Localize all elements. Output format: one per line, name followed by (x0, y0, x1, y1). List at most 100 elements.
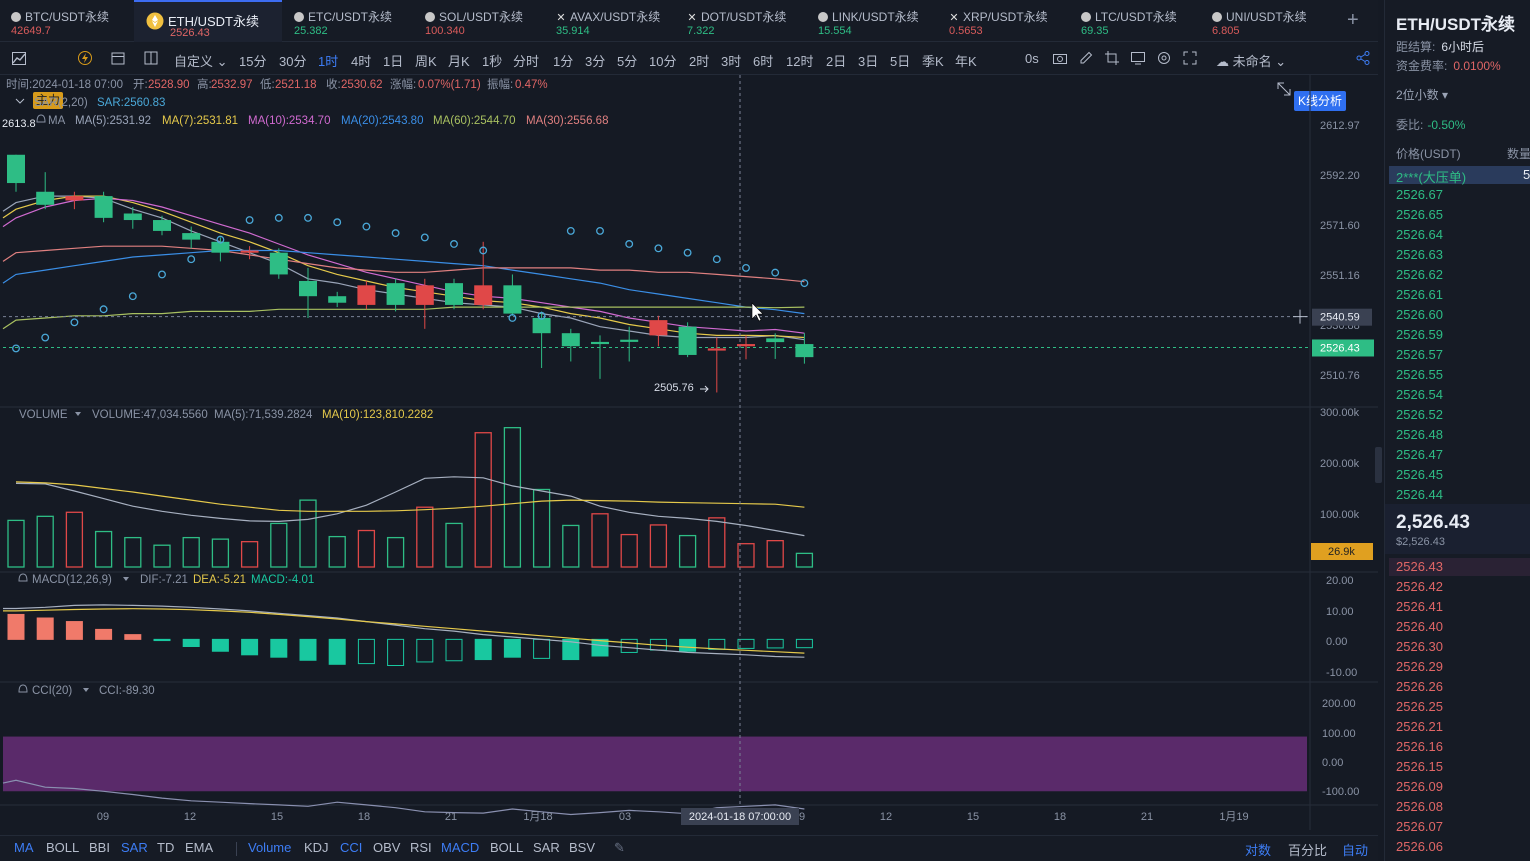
ask-price[interactable]: 2526.61 (1396, 287, 1443, 302)
ask-price[interactable]: 2526.52 (1396, 407, 1443, 422)
tab-eth[interactable]: ETH/USDT永续 2526.43 (134, 0, 282, 42)
tab-btc[interactable]: BTC/USDT永续 42649.7 (5, 0, 130, 42)
edit-icon[interactable]: ✎ (614, 840, 625, 856)
add-tab-icon[interactable]: + (1347, 9, 1359, 32)
period-button[interactable]: 12时 (786, 51, 813, 70)
tab-avax[interactable]: ✕ AVAX/USDT永续 35.914 (550, 0, 675, 42)
caret-down-icon[interactable] (123, 577, 129, 581)
tab-ltc[interactable]: LTC/USDT永续 69.35 (1075, 0, 1200, 42)
period-button[interactable]: 5分 (617, 51, 637, 70)
sub-indicator-toggle[interactable]: BSV (569, 840, 595, 855)
camera-icon[interactable] (1052, 50, 1068, 66)
pencil-icon[interactable] (1078, 50, 1094, 66)
cloud-layout-dropdown[interactable]: ☁ 未命名 ⌄ (1216, 51, 1286, 70)
ask-price[interactable]: 2526.57 (1396, 347, 1443, 362)
chevron-down-icon[interactable] (15, 98, 25, 104)
period-button[interactable]: 15分 (239, 51, 266, 70)
period-button[interactable]: 5日 (890, 51, 910, 70)
period-button[interactable]: 2日 (826, 51, 846, 70)
scale-toggle[interactable]: 自动 (1342, 840, 1368, 859)
period-button[interactable]: 3时 (721, 51, 741, 70)
sub-indicator-toggle[interactable]: Volume (248, 840, 291, 855)
tab-sol[interactable]: SOL/USDT永续 100.340 (419, 0, 544, 42)
share-icon[interactable] (1355, 50, 1371, 66)
ask-price[interactable]: 2526.60 (1396, 307, 1443, 322)
period-button[interactable]: 1时 (318, 51, 338, 70)
period-button[interactable]: 3日 (858, 51, 878, 70)
bell-icon[interactable] (18, 684, 28, 693)
bid-price[interactable]: 2526.07 (1396, 819, 1443, 834)
bell-icon[interactable] (18, 573, 28, 582)
main-indicator-toggle[interactable]: BOLL (46, 840, 79, 855)
tab-xrp[interactable]: ✕ XRP/USDT永续 0.5653 (943, 0, 1068, 42)
tab-dot[interactable]: ✕ DOT/USDT永续 7.322 (681, 0, 806, 42)
period-button[interactable]: 10分 (649, 51, 676, 70)
plus-icon[interactable] (1293, 309, 1307, 324)
bid-price[interactable]: 2526.29 (1396, 659, 1443, 674)
calendar-icon[interactable] (110, 50, 126, 66)
bid-price[interactable]: 2526.41 (1396, 599, 1443, 614)
tab-etc[interactable]: ETC/USDT永续 25.382 (288, 0, 413, 42)
ask-price[interactable]: 2526.44 (1396, 487, 1443, 502)
layout-icon[interactable] (143, 50, 159, 66)
bid-price[interactable]: 2526.25 (1396, 699, 1443, 714)
bid-price[interactable]: 2526.08 (1396, 799, 1443, 814)
main-indicator-toggle[interactable]: SAR (121, 840, 148, 855)
ask-price[interactable]: 2526.65 (1396, 207, 1443, 222)
sub-indicator-toggle[interactable]: CCI (340, 840, 362, 855)
settings-icon[interactable] (1156, 50, 1172, 66)
bid-price[interactable]: 2526.15 (1396, 759, 1443, 774)
ask-price[interactable]: 2526.55 (1396, 367, 1443, 382)
sub-indicator-toggle[interactable]: KDJ (304, 840, 329, 855)
caret-down-icon[interactable] (83, 688, 89, 692)
big-order-row[interactable]: 2***(大压单) 56 (1389, 166, 1530, 185)
period-button[interactable]: 6时 (753, 51, 773, 70)
bid-price[interactable]: 2526.26 (1396, 679, 1443, 694)
period-button[interactable]: 季K (922, 51, 944, 70)
period-button[interactable]: 分时 (513, 51, 539, 70)
ask-price[interactable]: 2526.62 (1396, 267, 1443, 282)
fullscreen-icon[interactable] (1182, 50, 1198, 66)
precision-dropdown[interactable]: 2位小数 ▾ (1396, 86, 1448, 103)
screen-icon[interactable] (1130, 50, 1146, 66)
period-button[interactable]: 4时 (351, 51, 371, 70)
kline-chart[interactable]: 2612.972592.202571.602551.162530.882510.… (0, 75, 1378, 835)
panel-collapse-handle[interactable] (1375, 447, 1382, 483)
tab-link[interactable]: LINK/USDT永续 15.554 (812, 0, 937, 42)
custom-period-dropdown[interactable]: 自定义 ⌄ (174, 51, 228, 70)
bid-price[interactable]: 2526.16 (1396, 739, 1443, 754)
main-indicator-toggle[interactable]: EMA (185, 840, 213, 855)
main-indicator-toggle[interactable]: TD (157, 840, 174, 855)
period-button[interactable]: 月K (448, 51, 470, 70)
ask-price[interactable]: 2526.48 (1396, 427, 1443, 442)
period-button[interactable]: 1日 (383, 51, 403, 70)
tab-uni[interactable]: UNI/USDT永续 6.805 (1206, 0, 1331, 42)
period-button[interactable]: 2时 (689, 51, 709, 70)
ask-price[interactable]: 2526.63 (1396, 247, 1443, 262)
ask-price[interactable]: 2526.59 (1396, 327, 1443, 342)
ask-price[interactable]: 2526.54 (1396, 387, 1443, 402)
bolt-icon[interactable] (77, 50, 93, 66)
sub-indicator-toggle[interactable]: BOLL (490, 840, 523, 855)
ask-price[interactable]: 2526.45 (1396, 467, 1443, 482)
crop-icon[interactable] (1104, 50, 1120, 66)
scale-toggle[interactable]: 对数 (1245, 840, 1271, 859)
sub-indicator-toggle[interactable]: OBV (373, 840, 400, 855)
ask-price[interactable]: 2526.67 (1396, 187, 1443, 202)
period-button[interactable]: 1秒 (482, 51, 502, 70)
period-button[interactable]: 周K (415, 51, 437, 70)
bid-price[interactable]: 2526.30 (1396, 639, 1443, 654)
period-button[interactable]: 3分 (585, 51, 605, 70)
ask-price[interactable]: 2526.64 (1396, 227, 1443, 242)
scale-toggle[interactable]: 百分比 (1288, 840, 1327, 859)
bid-price[interactable]: 2526.09 (1396, 779, 1443, 794)
period-button[interactable]: 1分 (553, 51, 573, 70)
ask-price[interactable]: 2526.47 (1396, 447, 1443, 462)
bid-price[interactable]: 2526.40 (1396, 619, 1443, 634)
bid-price[interactable]: 2526.06 (1396, 839, 1443, 854)
caret-down-icon[interactable] (75, 412, 81, 416)
period-button[interactable]: 年K (955, 51, 977, 70)
expand-icon[interactable] (1277, 82, 1291, 96)
main-indicator-toggle[interactable]: BBI (89, 840, 110, 855)
main-indicator-toggle[interactable]: MA (14, 840, 34, 855)
